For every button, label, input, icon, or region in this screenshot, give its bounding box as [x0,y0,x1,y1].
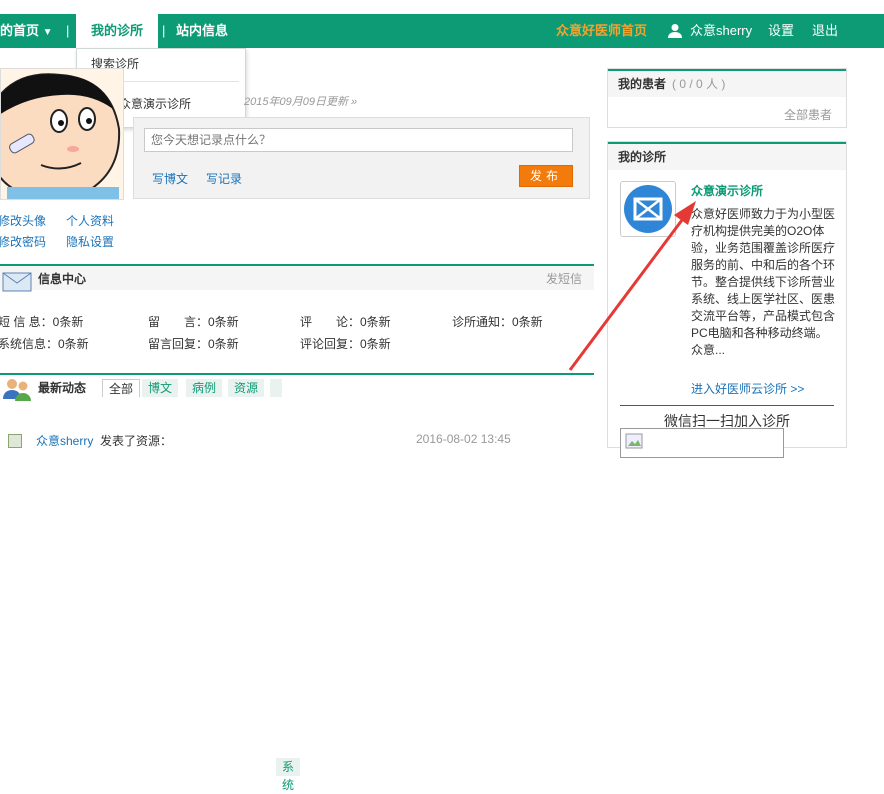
feed-timestamp: 2016-08-02 13:45 [416,432,511,446]
send-sms-link[interactable]: 发短信 [546,270,582,287]
edit-avatar-link[interactable]: 修改头像 [0,212,46,229]
nav-home-label: 的首页 [0,23,40,38]
main-nav: 的首页 ▼ | 我的诊所 | 站内信息 众意好医师首页 众意sherry 设置 … [0,14,884,48]
feed-title: 最新动态 [38,381,87,395]
tab-blog[interactable]: 博文 [142,379,179,397]
tab-resources[interactable]: 资源 [228,379,265,397]
nav-site-messages[interactable]: 站内信息 [176,14,228,48]
clinic-panel-title: 我的诊所 [618,150,667,164]
nav-separator: | [66,23,70,38]
edit-password-link[interactable]: 修改密码 [0,233,46,250]
join-clinic-link[interactable]: 进入好医师云诊所 >> [691,380,804,397]
msg-count-comments-left[interactable]: 留 言：0条新 [148,313,239,330]
users-icon [2,377,32,404]
post-input[interactable] [144,128,573,152]
nav-doctor-home[interactable]: 众意好医师首页 [556,14,647,48]
tab-system-label: 系统 [276,758,301,792]
msg-count-sms[interactable]: 短 信 息：0条新 [0,313,83,330]
dropdown-item-demo-clinic[interactable]: 众意演示诊所 [119,97,191,111]
nav-my-clinic[interactable]: 我的诊所 [76,14,158,48]
msg-count-clinic-notice[interactable]: 诊所通知：0条新 [452,313,543,330]
nav-separator: | [162,23,166,38]
user-icon [668,14,682,52]
patients-header: 我的患者 ( 0 / 0 人 ) [608,69,846,97]
patients-title: 我的患者 [618,77,667,91]
msg-count-comment-reply[interactable]: 留言回复：0条新 [148,335,239,352]
nav-settings-link[interactable]: 设置 [768,14,794,48]
personal-info-link[interactable]: 个人资料 [66,212,114,229]
nav-home-link[interactable]: 的首页 ▼ [0,14,53,50]
info-center-header: 信息中心 发短信 [0,264,594,292]
avatar[interactable] [0,68,124,200]
envelope-icon [2,272,32,295]
all-patients-link[interactable]: 全部患者 [784,106,832,123]
clinic-description: 众意好医师致力于为小型医疗机构提供完美的O2O体验，业务范围覆盖诊所医疗服务的前… [691,207,836,357]
msg-count-review-reply[interactable]: 评论回复：0条新 [300,335,391,352]
write-record-link[interactable]: 写记录 [206,170,242,187]
post-composer: 写博文 写记录 发布 [133,117,590,199]
info-center-title: 信息中心 [38,272,87,286]
profile-updated-date: 2015年09月09日更新 » [244,96,358,108]
wechat-divider [620,405,834,406]
clinic-header: 我的诊所 [608,142,846,170]
publish-button[interactable]: 发布 [519,165,573,187]
feed-action-text: 发表了资源： [100,434,173,448]
nav-logout-link[interactable]: 退出 [812,14,838,48]
msg-count-reviews[interactable]: 评 论：0条新 [300,313,391,330]
write-blog-link[interactable]: 写博文 [152,170,188,187]
patients-panel: 我的患者 ( 0 / 0 人 ) 全部患者 [607,68,847,128]
msg-count-system[interactable]: 系统信息：0条新 [0,335,89,352]
privacy-settings-link[interactable]: 隐私设置 [66,233,114,250]
chevron-down-icon: ▼ [42,27,53,38]
resource-icon [8,434,22,448]
clinic-name-link[interactable]: 众意演示诊所 [691,182,763,199]
wechat-qr-code [620,428,784,458]
nav-user-link[interactable]: 众意sherry [690,14,752,48]
feed-user-link[interactable]: 众意sherry [36,432,93,449]
tab-cases[interactable]: 病例 [186,379,223,397]
patients-count: ( 0 / 0 人 ) [672,77,726,91]
feed-header: 最新动态 [0,373,594,401]
tab-all[interactable]: 全部 [102,379,141,397]
tab-system[interactable]: ★系统 [270,379,301,792]
clinic-logo[interactable] [620,181,676,237]
